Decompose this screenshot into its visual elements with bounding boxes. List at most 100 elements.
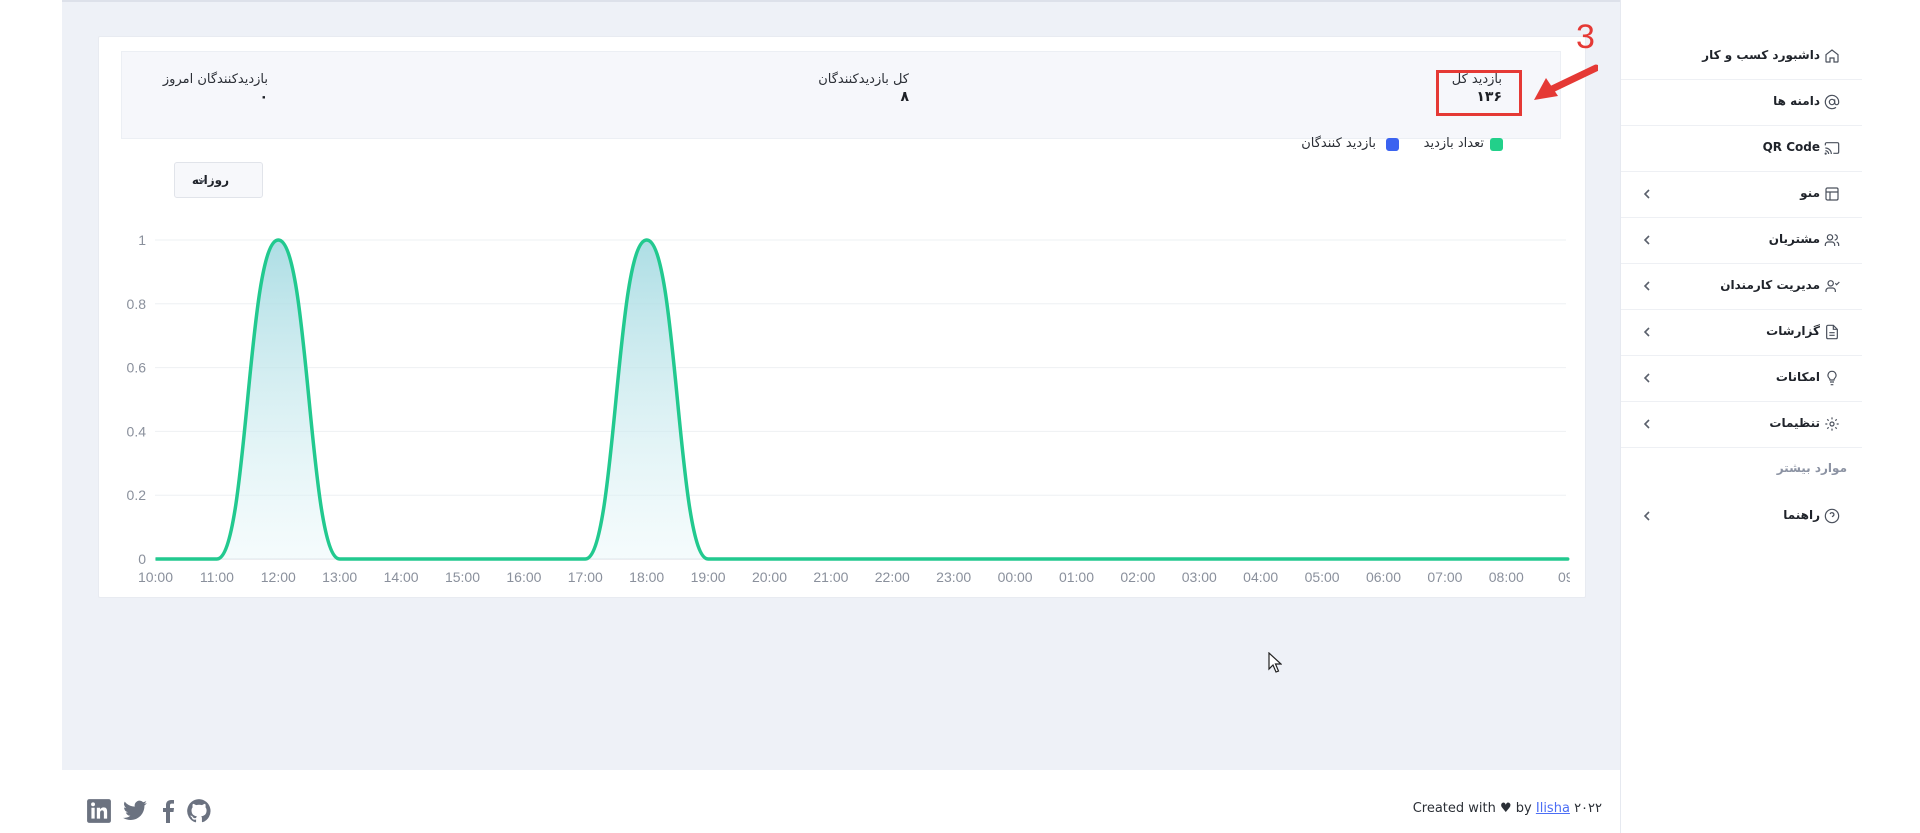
x-tick-label: 17:00: [568, 569, 603, 585]
x-tick-label: 01:00: [1059, 569, 1094, 585]
chevron-left-icon: [1643, 235, 1650, 245]
x-tick-label: 23:00: [936, 569, 971, 585]
sidebar-item-label: مدیریت کارمندان: [1720, 278, 1820, 292]
chevron-down-icon: [198, 179, 206, 184]
x-tick-label: 06:00: [1366, 569, 1401, 585]
legend-label: بازدید کنندگان: [1301, 136, 1376, 151]
y-tick-label: 0: [138, 551, 146, 567]
stat-title: کل بازدیدکنندگان: [818, 72, 909, 87]
file-text-icon: [1826, 324, 1838, 340]
stat-today-visitors: بازدیدکنندگان امروز ۰: [163, 72, 268, 105]
x-tick-label: 11:00: [200, 569, 234, 585]
sidebar-item-label: تنظیمات: [1769, 416, 1820, 430]
users-icon: [1824, 234, 1840, 246]
chevron-left-icon: [1643, 281, 1650, 291]
credit-prefix: Created with ♥ by: [1412, 801, 1532, 816]
footer: Created with ♥ by Ilisha ۲۰۲۲: [62, 770, 1620, 833]
sidebar-item-domains[interactable]: دامنه ها: [1621, 80, 1862, 126]
stat-value: ۰: [259, 89, 268, 105]
x-tick-label: 00:00: [998, 569, 1033, 585]
sidebar-item-label: منو: [1800, 186, 1820, 200]
y-tick-label: 0.8: [127, 296, 147, 312]
x-tick-label: 20:00: [752, 569, 787, 585]
x-tick-label: 07:00: [1427, 569, 1462, 585]
sidebar: داشبورد کسب و کار دامنه ها QR Code منو م…: [1620, 0, 1862, 833]
sidebar-item-label: امکانات: [1775, 370, 1820, 384]
x-tick-label: 14:00: [384, 569, 419, 585]
home-icon: [1825, 49, 1839, 63]
gear-icon: [1825, 417, 1839, 431]
sidebar-item-settings[interactable]: تنظیمات: [1621, 402, 1862, 448]
layout-icon: [1825, 187, 1839, 201]
annotation-highlight-box: [1436, 70, 1522, 116]
y-tick-label: 0.2: [127, 487, 147, 503]
legend-label: تعداد بازدید: [1423, 136, 1484, 151]
sidebar-item-label: راهنما: [1783, 508, 1820, 522]
y-tick-label: 1: [138, 232, 146, 248]
credit-year: ۲۰۲۲: [1574, 801, 1602, 816]
sidebar-item-label: QR Code: [1762, 140, 1820, 154]
sidebar-item-label: گزارشات: [1766, 324, 1820, 338]
sidebar-item-reports[interactable]: گزارشات: [1621, 310, 1862, 356]
credit-link[interactable]: Ilisha: [1536, 801, 1570, 816]
linkedin-icon[interactable]: [86, 798, 112, 824]
legend-swatch: [1386, 138, 1399, 151]
stats-bar: بازدید کل ۱۳۶ کل بازدیدکنندگان ۸ بازدیدک…: [121, 51, 1561, 139]
chevron-left-icon: [1643, 511, 1650, 521]
user-check-icon: [1825, 280, 1840, 292]
y-tick-label: 0.4: [127, 423, 147, 439]
x-tick-label: 09:: [1558, 569, 1570, 585]
series-area: [155, 240, 1568, 559]
twitter-icon[interactable]: [122, 798, 148, 824]
cast-icon: [1824, 142, 1840, 155]
visits-area-chart: 0 0.2 0.4 0.6 0.8 1 10:00 11:00 12:00 13:00 14:00 1…: [127, 232, 1570, 585]
x-tick-label: 03:00: [1182, 569, 1217, 585]
sidebar-item-features[interactable]: امکانات: [1621, 356, 1862, 402]
x-tick-label: 12:00: [261, 569, 296, 585]
stat-title: بازدیدکنندگان امروز: [162, 72, 268, 87]
sidebar-section-more: موارد بیشتر: [1776, 461, 1847, 475]
x-tick-label: 08:00: [1489, 569, 1524, 585]
at-sign-icon: [1824, 94, 1840, 110]
x-tick-label: 18:00: [629, 569, 664, 585]
legend-label-wrap: تعداد بازدید: [1414, 134, 1484, 152]
x-tick-label: 05:00: [1305, 569, 1340, 585]
facebook-icon[interactable]: [158, 798, 178, 824]
period-dropdown[interactable]: روزانه: [174, 162, 263, 198]
sidebar-item-label: دامنه ها: [1773, 94, 1820, 108]
chevron-left-icon: [1643, 189, 1650, 199]
stat-value: ۸: [900, 89, 909, 105]
x-tick-label: 15:00: [445, 569, 480, 585]
sidebar-item-customers[interactable]: مشتریان: [1621, 218, 1862, 264]
annotation-number: 3: [1576, 18, 1595, 56]
top-bar-shadow: [62, 0, 1620, 2]
x-tick-label: 02:00: [1120, 569, 1155, 585]
series-line: [155, 238, 1570, 561]
x-tick-label: 22:00: [875, 569, 910, 585]
sidebar-item-help[interactable]: راهنما: [1621, 494, 1862, 540]
x-tick-label: 21:00: [813, 569, 848, 585]
github-icon[interactable]: [186, 798, 212, 824]
chevron-left-icon: [1643, 327, 1650, 337]
sidebar-item-menu[interactable]: منو: [1621, 172, 1862, 218]
stat-total-visitors: کل بازدیدکنندگان ۸: [818, 72, 909, 105]
legend-label-wrap: بازدید کنندگان: [1290, 134, 1376, 152]
chevron-left-icon: [1643, 419, 1650, 429]
help-circle-icon: [1824, 508, 1840, 524]
sidebar-item-label: مشتریان: [1768, 232, 1820, 246]
footer-credit: Created with ♥ by Ilisha ۲۰۲۲: [1413, 801, 1602, 816]
mouse-cursor-icon: [1268, 652, 1282, 673]
x-tick-label: 13:00: [322, 569, 357, 585]
x-tick-label: 16:00: [506, 569, 541, 585]
sidebar-item-dashboard[interactable]: داشبورد کسب و کار: [1621, 34, 1862, 80]
annotation-arrow-icon: [1534, 64, 1598, 100]
sidebar-item-label: داشبورد کسب و کار: [1702, 48, 1820, 62]
sidebar-item-staff-management[interactable]: مدیریت کارمندان: [1621, 264, 1862, 310]
y-tick-label: 0.6: [127, 360, 147, 376]
bulb-icon: [1827, 370, 1837, 386]
x-tick-label: 19:00: [691, 569, 726, 585]
chevron-left-icon: [1643, 373, 1650, 383]
legend-swatch: [1490, 138, 1503, 151]
sidebar-item-qr-code[interactable]: QR Code: [1621, 126, 1862, 172]
x-tick-label: 10:00: [138, 569, 173, 585]
